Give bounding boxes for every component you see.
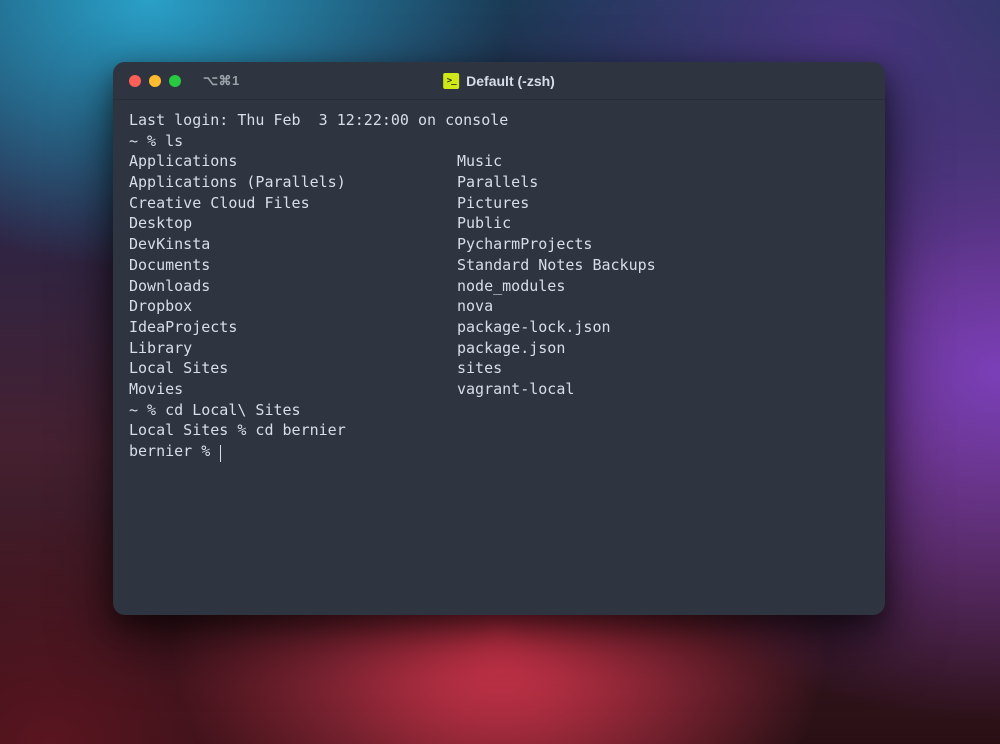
- ls-item: Desktop: [129, 213, 457, 234]
- ls-item: Dropbox: [129, 296, 457, 317]
- ls-item: Pictures: [457, 193, 656, 214]
- prompt-line: ~ % ls: [129, 132, 183, 150]
- minimize-button[interactable]: [149, 75, 161, 87]
- window-title-group: Default (-zsh): [443, 73, 555, 89]
- ls-item: Local Sites: [129, 358, 457, 379]
- ls-item: Music: [457, 151, 656, 172]
- ls-item: Parallels: [457, 172, 656, 193]
- last-login-line: Last login: Thu Feb 3 12:22:00 on consol…: [129, 111, 508, 129]
- window-titlebar: ⌥⌘1 Default (-zsh): [113, 62, 885, 100]
- window-controls: [129, 75, 181, 87]
- prompt-line: Local Sites % cd bernier: [129, 421, 346, 439]
- ls-item: nova: [457, 296, 656, 317]
- ls-item: node_modules: [457, 276, 656, 297]
- zoom-button[interactable]: [169, 75, 181, 87]
- ls-column-right: MusicParallelsPicturesPublicPycharmProje…: [457, 151, 656, 399]
- ls-item: vagrant-local: [457, 379, 656, 400]
- ls-output: ApplicationsApplications (Parallels)Crea…: [129, 151, 869, 399]
- ls-item: package.json: [457, 338, 656, 359]
- ls-item: Applications (Parallels): [129, 172, 457, 193]
- ls-item: Applications: [129, 151, 457, 172]
- ls-item: PycharmProjects: [457, 234, 656, 255]
- ls-column-left: ApplicationsApplications (Parallels)Crea…: [129, 151, 457, 399]
- ls-item: Documents: [129, 255, 457, 276]
- ls-item: package-lock.json: [457, 317, 656, 338]
- ls-item: Public: [457, 213, 656, 234]
- ls-item: Downloads: [129, 276, 457, 297]
- tab-shortcut-hint: ⌥⌘1: [203, 73, 240, 89]
- ls-item: Movies: [129, 379, 457, 400]
- ls-item: DevKinsta: [129, 234, 457, 255]
- window-title: Default (-zsh): [466, 73, 555, 89]
- terminal-window: ⌥⌘1 Default (-zsh) Last login: Thu Feb 3…: [113, 62, 885, 615]
- terminal-content[interactable]: Last login: Thu Feb 3 12:22:00 on consol…: [113, 100, 885, 615]
- ls-item: Library: [129, 338, 457, 359]
- cursor: [220, 445, 221, 462]
- ls-item: Standard Notes Backups: [457, 255, 656, 276]
- prompt-line: ~ % cd Local\ Sites: [129, 401, 301, 419]
- close-button[interactable]: [129, 75, 141, 87]
- ls-item: sites: [457, 358, 656, 379]
- terminal-icon: [443, 73, 459, 89]
- prompt-line: bernier %: [129, 442, 219, 460]
- ls-item: Creative Cloud Files: [129, 193, 457, 214]
- ls-item: IdeaProjects: [129, 317, 457, 338]
